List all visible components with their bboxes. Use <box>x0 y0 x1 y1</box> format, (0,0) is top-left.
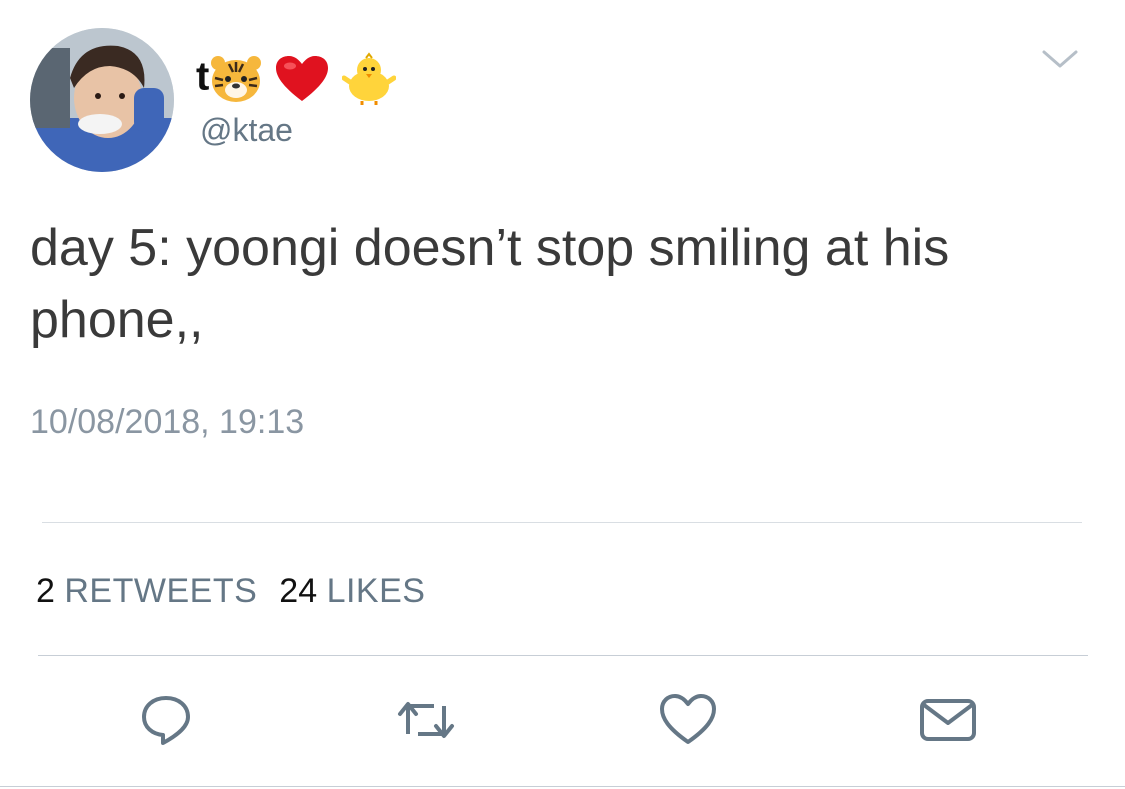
likes-count: 24 <box>279 572 318 610</box>
divider <box>42 522 1082 523</box>
likes-label: LIKES <box>326 572 426 610</box>
likes-stat[interactable]: 24 LIKES <box>279 572 425 610</box>
retweets-label: RETWEETS <box>64 572 258 610</box>
retweets-stat[interactable]: 2 RETWEETS <box>36 572 257 610</box>
tweet-timestamp[interactable]: 10/08/2018, 19:13 <box>30 405 304 439</box>
divider <box>0 786 1125 787</box>
retweets-count: 2 <box>36 572 55 610</box>
reply-icon <box>142 696 190 745</box>
envelope-icon <box>920 699 976 741</box>
reply-button[interactable] <box>134 688 198 752</box>
tweet-card: t @ktae day 5: yoongi doesn’t stop smili… <box>0 0 1125 789</box>
user-handle[interactable]: @ktae <box>200 114 293 146</box>
heart-icon <box>660 694 716 744</box>
display-name-text: t <box>196 54 210 99</box>
display-name[interactable]: t <box>196 52 396 106</box>
retweet-icon <box>398 702 454 738</box>
red-heart-icon <box>276 56 329 101</box>
divider <box>38 655 1088 656</box>
baby-chick-icon <box>341 52 396 105</box>
direct-message-button[interactable] <box>916 688 980 752</box>
retweet-button[interactable] <box>394 688 458 752</box>
like-button[interactable] <box>656 688 720 752</box>
tiger-face-icon <box>211 56 262 102</box>
avatar[interactable] <box>30 28 174 172</box>
chevron-down-icon[interactable] <box>1040 44 1080 74</box>
display-name-emojis <box>209 52 396 106</box>
tweet-text: day 5: yoongi doesn’t stop smiling at hi… <box>30 219 950 349</box>
tweet-stats: 2 RETWEETS 24 LIKES <box>36 574 425 608</box>
